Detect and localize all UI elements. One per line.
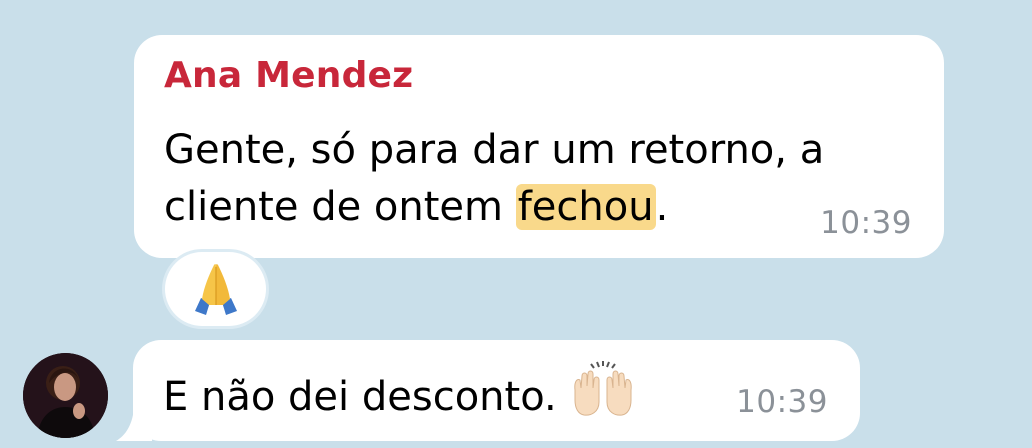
message-text-segment: E não dei desconto. xyxy=(163,374,557,420)
folded-hands-icon xyxy=(194,263,237,315)
search-highlight: fechou xyxy=(515,184,656,230)
message-text-line: Gente, só para dar um retorno, a xyxy=(164,127,825,173)
message-timestamp: 10:39 xyxy=(736,384,828,420)
message-bubble[interactable]: Ana Mendez Gente, só para dar um retorno… xyxy=(134,35,944,258)
message-text-segment: cliente de ontem xyxy=(164,184,516,230)
avatar-photo-icon xyxy=(23,353,108,438)
avatar[interactable] xyxy=(23,353,108,438)
message-timestamp: 10:39 xyxy=(820,205,912,241)
message-text-segment: . xyxy=(655,184,669,230)
message-text-line: E não dei desconto. xyxy=(163,361,635,434)
sender-name[interactable]: Ana Mendez xyxy=(164,55,413,96)
reaction-badge[interactable] xyxy=(165,252,266,326)
message-text-line: cliente de ontem fechou. xyxy=(164,182,668,232)
chat-view: Ana Mendez Gente, só para dar um retorno… xyxy=(0,0,1032,448)
message-bubble[interactable]: E não dei desconto. 10:39 xyxy=(133,340,860,441)
raising-hands-icon xyxy=(571,360,635,430)
